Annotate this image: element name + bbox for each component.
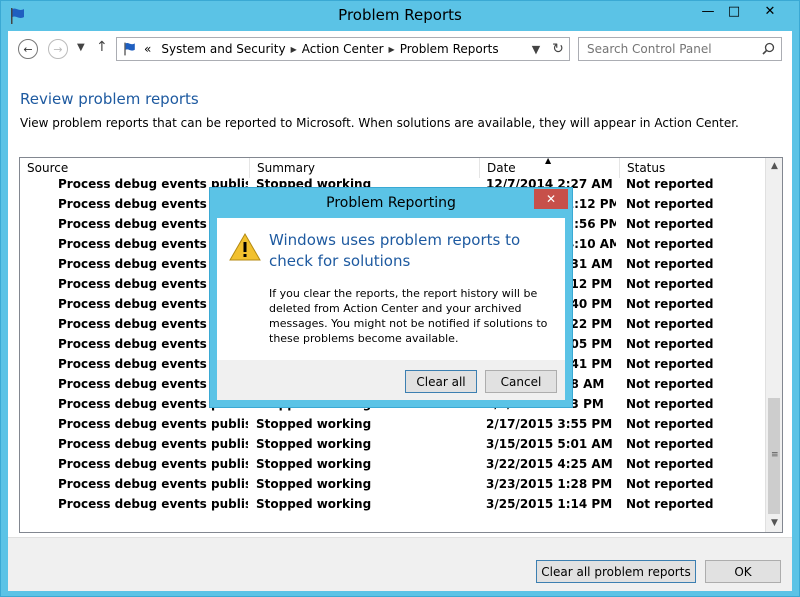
dialog-heading: Windows uses problem reports to check fo… [269,231,521,270]
dialog-body: Windows uses problem reports to check fo… [217,218,565,360]
modal-layer: Problem Reporting ✕ Windows uses problem… [0,0,800,597]
problem-reporting-dialog: Problem Reporting ✕ Windows uses problem… [209,187,573,408]
dialog-footer: Clear all Cancel [217,360,565,400]
cancel-button[interactable]: Cancel [485,370,557,393]
dialog-close-button[interactable]: ✕ [534,189,568,209]
clear-all-button[interactable]: Clear all [405,370,477,393]
close-icon: ✕ [545,192,557,206]
warning-icon [229,233,261,261]
dialog-message: If you clear the reports, the report his… [269,287,548,345]
dialog-title: Problem Reporting [326,195,456,211]
